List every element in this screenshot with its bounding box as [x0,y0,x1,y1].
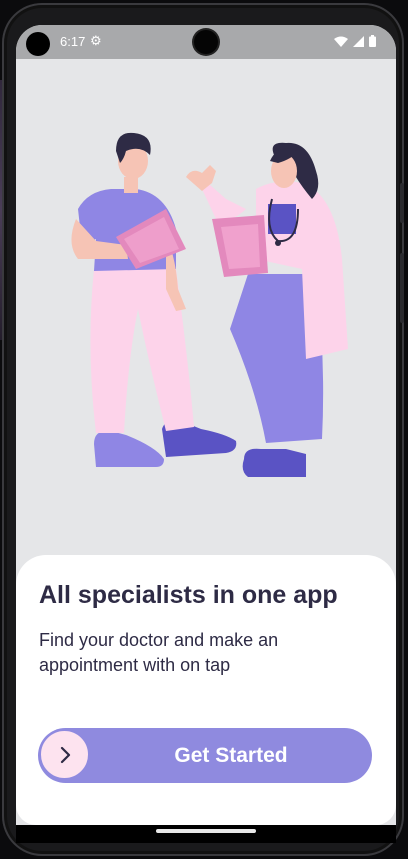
female-doctor-figure [186,142,348,477]
get-started-button[interactable]: Get Started [38,728,372,783]
volume-button [400,253,404,323]
onboarding-subtitle: Find your doctor and make an appointment… [39,630,279,675]
home-gesture-handle[interactable] [156,829,256,833]
status-icons [334,35,376,47]
status-bar: 6:17 ⚙ [16,25,396,59]
app-screen: 6:17 ⚙ All specialists in one app Find y… [16,25,396,843]
onboarding-card: All specialists in one app Find your doc… [16,555,396,825]
front-camera [194,30,218,54]
notification-dot [26,32,50,56]
settings-gear-icon: ⚙ [90,33,102,48]
navigation-bar [16,825,396,843]
wifi-icon [334,36,348,47]
chevron-right-icon [60,746,70,763]
battery-icon [369,35,376,47]
onboarding-title: All specialists in one app [39,581,338,609]
signal-icon [353,35,364,47]
get-started-label: Get Started [174,744,288,767]
phone-frame: 6:17 ⚙ All specialists in one app Find y… [2,3,404,856]
doctors-illustration [71,132,348,477]
cta-knob[interactable] [39,729,90,780]
status-time: 6:17 [60,34,86,49]
power-button [400,183,404,223]
